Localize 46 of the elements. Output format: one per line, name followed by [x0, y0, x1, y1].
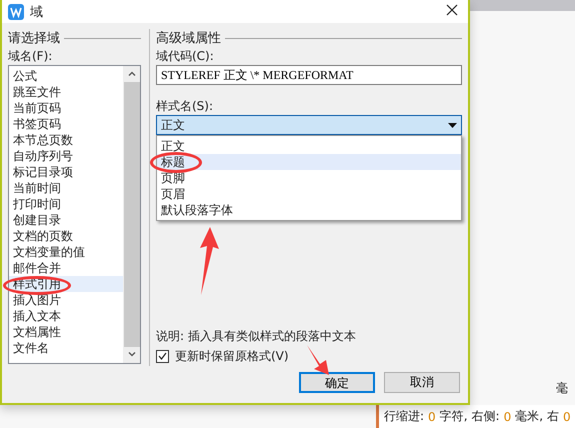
unit-text: 毫	[556, 380, 568, 397]
checkbox[interactable]	[156, 350, 169, 362]
list-item[interactable]: 跳至文件	[9, 84, 123, 100]
menu-item[interactable]: 默认段落字体	[157, 202, 461, 218]
group-heading: 高级域属性	[156, 30, 221, 47]
menu-item[interactable]: 正文	[157, 138, 461, 154]
list-item[interactable]: 本节总页数	[9, 132, 123, 148]
annotation-arrow	[197, 227, 219, 295]
caret-icon	[448, 122, 457, 128]
list-item[interactable]: 插入图片	[9, 292, 123, 308]
status-text: 行缩进: 0 字符, 右侧: 0 毫米, 右 0	[376, 405, 575, 428]
list-item[interactable]: 文档的页数	[9, 228, 123, 244]
list-item[interactable]: 书签页码	[9, 116, 123, 132]
annotation-ellipse	[150, 152, 202, 173]
group-heading: 请选择域	[8, 30, 60, 47]
list-item[interactable]: 打印时间	[9, 196, 123, 212]
list-item[interactable]: 当前时间	[9, 180, 123, 196]
style-dropdown[interactable]: 正文	[156, 115, 462, 135]
window-title: 域	[30, 4, 43, 20]
list-item[interactable]: 文档变量的值	[9, 244, 123, 260]
list-item[interactable]: 文档属性	[9, 324, 123, 340]
cancel-button[interactable]: 取消	[384, 372, 460, 393]
ok-button[interactable]: 确定	[299, 372, 375, 393]
list-item[interactable]: 标记目录项	[9, 164, 123, 180]
annotation-ellipse	[3, 276, 71, 295]
menu-item[interactable]: 标题	[157, 154, 461, 170]
list-item[interactable]: 自动序列号	[9, 148, 123, 164]
menu-item[interactable]: 页脚	[157, 170, 461, 186]
list-item[interactable]: 文件名	[9, 340, 123, 356]
list-item[interactable]: 公式	[9, 68, 123, 84]
field-name-label: 域名(F):	[8, 48, 54, 65]
list-item[interactable]: 邮件合并	[9, 260, 123, 276]
list-item[interactable]: 当前页码	[9, 100, 123, 116]
menu-item[interactable]: 页眉	[157, 186, 461, 202]
annotation-arrow	[306, 345, 330, 375]
list-item[interactable]: 创建目录	[9, 212, 123, 228]
scroll-down-icon	[128, 352, 136, 357]
keep-format-checkbox[interactable]: 更新时保留原格式(V)	[156, 346, 462, 366]
field-code-input[interactable]: STYLEREF 正文 \* MERGEFORMAT	[156, 65, 462, 85]
app-logo-icon	[8, 4, 24, 20]
list-item[interactable]: 插入文本	[9, 308, 123, 324]
style-name-label: 样式名(S):	[156, 98, 214, 115]
scroll-up-icon	[128, 71, 136, 76]
field-code-label: 域代码(C):	[156, 48, 215, 65]
scrollbar[interactable]	[123, 66, 140, 363]
description-text: 说明: 插入具有类似样式的段落中文本	[156, 328, 357, 345]
